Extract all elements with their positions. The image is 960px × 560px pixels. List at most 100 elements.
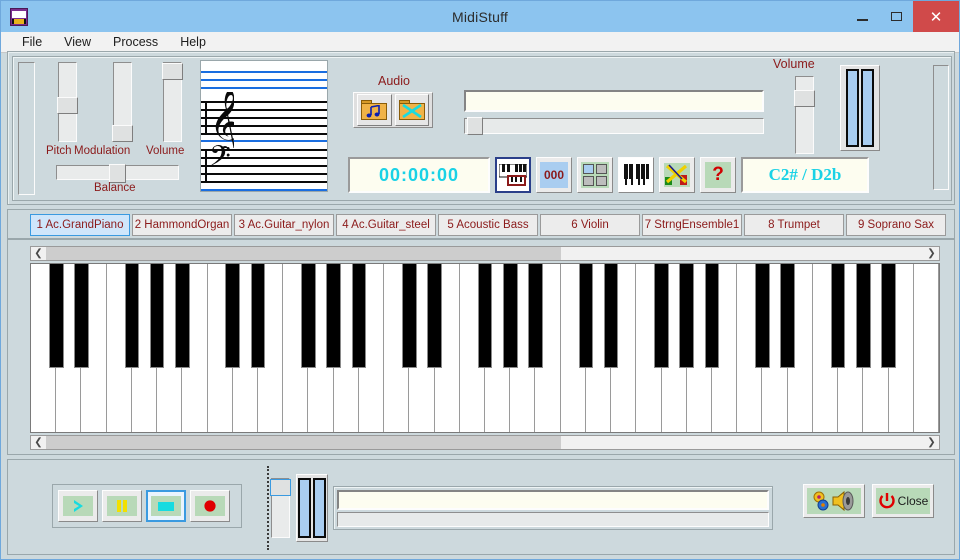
black-key[interactable] xyxy=(74,264,89,369)
bottom-level-slider[interactable] xyxy=(270,478,291,538)
stop-button[interactable] xyxy=(146,490,186,522)
modulation-slider[interactable] xyxy=(112,62,133,142)
balance-slider-thumb[interactable] xyxy=(109,164,126,183)
scrollbar-thumb-top[interactable] xyxy=(46,247,561,260)
menu-item-view[interactable]: View xyxy=(53,33,102,51)
chevron-right-icon[interactable]: ❯ xyxy=(924,436,939,449)
transport-toolbar: 00:00:00 000 ? C2# / D2b xyxy=(348,157,869,193)
black-key[interactable] xyxy=(679,264,695,369)
tab-instrument-5[interactable]: 5 Acoustic Bass xyxy=(438,214,538,236)
black-key[interactable] xyxy=(48,264,64,369)
record-button[interactable] xyxy=(190,490,230,522)
title-bar: MidiStuff ✕ xyxy=(1,1,959,32)
playback-progress-bar[interactable] xyxy=(337,512,769,527)
folder-music-icon[interactable] xyxy=(357,94,392,126)
tab-instrument-1[interactable]: 1 Ac.GrandPiano xyxy=(30,214,130,236)
audio-progress-thumb[interactable] xyxy=(467,117,483,135)
black-key[interactable] xyxy=(149,264,165,369)
chevron-left-icon[interactable]: ❮ xyxy=(31,247,46,260)
pause-button[interactable] xyxy=(102,490,142,522)
black-key[interactable] xyxy=(402,264,417,369)
menu-item-help[interactable]: Help xyxy=(169,33,217,51)
audio-settings-button[interactable] xyxy=(803,484,865,518)
black-key[interactable] xyxy=(528,264,543,369)
window-title: MidiStuff xyxy=(451,8,508,25)
tab-label: 5 Acoustic Bass xyxy=(447,219,529,231)
top-control-panel: Pitch Modulation Volume Balance 𝄢 Audio … xyxy=(7,51,955,205)
black-key[interactable] xyxy=(427,264,442,369)
black-key[interactable] xyxy=(250,264,266,369)
audio-path-field[interactable] xyxy=(464,90,764,112)
chevron-left-icon[interactable]: ❮ xyxy=(31,436,46,449)
black-keys-icon[interactable] xyxy=(618,157,654,193)
balance-slider[interactable] xyxy=(56,164,179,183)
chevron-right-icon[interactable]: ❯ xyxy=(924,247,939,260)
tab-instrument-3[interactable]: 3 Ac.Guitar_nylon xyxy=(234,214,334,236)
master-volume-slider-thumb[interactable] xyxy=(794,90,815,107)
menu-item-process[interactable]: Process xyxy=(102,33,169,51)
bottom-level-slider-thumb[interactable] xyxy=(270,479,291,496)
help-button[interactable]: ? xyxy=(700,157,736,193)
tab-label: 8 Trumpet xyxy=(768,219,820,231)
tab-instrument-4[interactable]: 4 Ac.Guitar_steel xyxy=(336,214,436,236)
close-app-button[interactable]: Close xyxy=(872,484,934,518)
time-display: 00:00:00 xyxy=(348,157,490,193)
black-key[interactable] xyxy=(830,264,846,369)
white-key[interactable] xyxy=(913,264,939,432)
tab-label: 9 Soprano Sax xyxy=(857,219,935,231)
piano-keybed[interactable] xyxy=(30,263,940,433)
black-key[interactable] xyxy=(351,264,367,369)
piano-keys-icon[interactable] xyxy=(495,157,531,193)
black-key[interactable] xyxy=(301,264,316,369)
folder-delete-icon[interactable] xyxy=(394,94,429,126)
scrollbar-thumb-bottom[interactable] xyxy=(46,436,561,449)
instrument-mute-icon[interactable] xyxy=(659,157,695,193)
keyboard-scrollbar-top[interactable]: ❮ ❯ xyxy=(30,246,940,261)
black-key[interactable] xyxy=(755,264,770,369)
channel-volume-slider[interactable] xyxy=(162,62,183,142)
channel-volume-slider-thumb[interactable] xyxy=(162,63,183,80)
note-display: C2# / D2b xyxy=(741,157,869,193)
black-key[interactable] xyxy=(175,264,190,369)
black-key[interactable] xyxy=(578,264,594,369)
bass-clef-icon: 𝄢 xyxy=(209,140,237,184)
black-key[interactable] xyxy=(704,264,720,369)
menu-item-file[interactable]: File xyxy=(11,33,53,51)
black-key[interactable] xyxy=(502,264,518,369)
tab-instrument-9[interactable]: 9 Soprano Sax xyxy=(846,214,946,236)
level-meter-right xyxy=(861,69,874,147)
keyboard-scrollbar-bottom[interactable]: ❮ ❯ xyxy=(30,435,940,450)
tab-instrument-2[interactable]: 2 HammondOrgan xyxy=(132,214,232,236)
audio-button-group xyxy=(353,92,433,128)
tab-instrument-8[interactable]: 8 Trumpet xyxy=(744,214,844,236)
menu-bar: File View Process Help xyxy=(1,32,959,53)
black-key[interactable] xyxy=(225,264,241,369)
pitch-slider-thumb[interactable] xyxy=(57,97,78,114)
black-key[interactable] xyxy=(856,264,871,369)
tab-instrument-6[interactable]: 6 Violin xyxy=(540,214,640,236)
modulation-slider-thumb[interactable] xyxy=(112,125,133,142)
black-key[interactable] xyxy=(124,264,140,369)
play-button[interactable] xyxy=(58,490,98,522)
level-meter-left xyxy=(846,69,859,147)
pitch-slider[interactable] xyxy=(57,62,78,142)
black-key[interactable] xyxy=(326,264,341,369)
tab-label: 3 Ac.Guitar_nylon xyxy=(238,219,330,231)
tab-label: 7 StrngEnsemble1 xyxy=(644,219,740,231)
panel-layout-icon[interactable] xyxy=(577,157,613,193)
music-staff: 𝄞 𝄢 xyxy=(200,60,328,192)
help-label: ? xyxy=(705,162,731,188)
program-number-value: 000 xyxy=(540,162,568,188)
black-key[interactable] xyxy=(603,264,619,369)
audio-progress-bar[interactable] xyxy=(464,117,764,135)
master-volume-slider[interactable] xyxy=(794,76,815,154)
level-meter-group xyxy=(840,65,880,151)
progress-frame xyxy=(333,486,773,530)
black-key[interactable] xyxy=(477,264,493,369)
tab-instrument-7[interactable]: 7 StrngEnsemble1 xyxy=(642,214,742,236)
program-number-display[interactable]: 000 xyxy=(536,157,572,193)
playback-position-field[interactable] xyxy=(337,490,769,510)
black-key[interactable] xyxy=(654,264,669,369)
black-key[interactable] xyxy=(780,264,795,369)
black-key[interactable] xyxy=(881,264,896,369)
